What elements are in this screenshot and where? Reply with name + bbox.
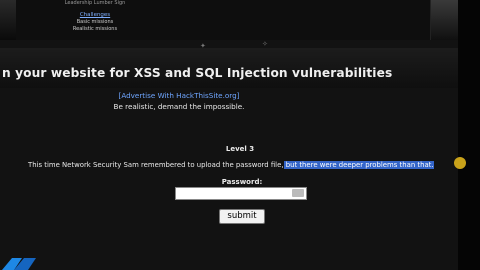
cursor-highlight-icon xyxy=(454,157,466,169)
advertise-link[interactable]: [Advertise With HackThisSite.org] xyxy=(0,91,358,100)
password-input[interactable] xyxy=(175,187,307,200)
password-manager-icon[interactable] xyxy=(292,189,304,197)
banner-decoration: ✦ xyxy=(200,42,206,50)
right-edge-strip xyxy=(458,0,480,270)
banner-text[interactable]: n your website for XSS and SQL Injection… xyxy=(2,66,392,80)
submit-button[interactable]: submit xyxy=(219,209,265,224)
top-strip: Leadership Lumber Sign Challenges Basic … xyxy=(0,0,480,40)
basic-missions-link[interactable]: Basic missions xyxy=(55,19,135,26)
cut-off-text: Leadership Lumber Sign xyxy=(64,0,126,6)
right-thumbnail xyxy=(430,0,459,40)
mission-text: This time Network Security Sam remembere… xyxy=(28,161,284,169)
mission-description: This time Network Security Sam remembere… xyxy=(28,161,434,169)
challenges-link[interactable]: Challenges xyxy=(55,12,135,19)
top-menu: Leadership Lumber Sign Challenges Basic … xyxy=(55,0,135,33)
left-thumbnail xyxy=(0,0,16,40)
channel-logo-icon xyxy=(2,258,36,270)
banner-decoration: ✧ xyxy=(262,40,268,48)
browser-viewport: Leadership Lumber Sign Challenges Basic … xyxy=(0,0,480,270)
password-label: Password: xyxy=(221,178,263,186)
slogan: Be realistic, demand the impossible. xyxy=(113,102,245,111)
level-heading: Level 3 xyxy=(225,145,255,153)
mission-text-highlighted: but there were deeper problems than that… xyxy=(283,161,434,169)
realistic-missions-link[interactable]: Realistic missions xyxy=(55,26,135,33)
